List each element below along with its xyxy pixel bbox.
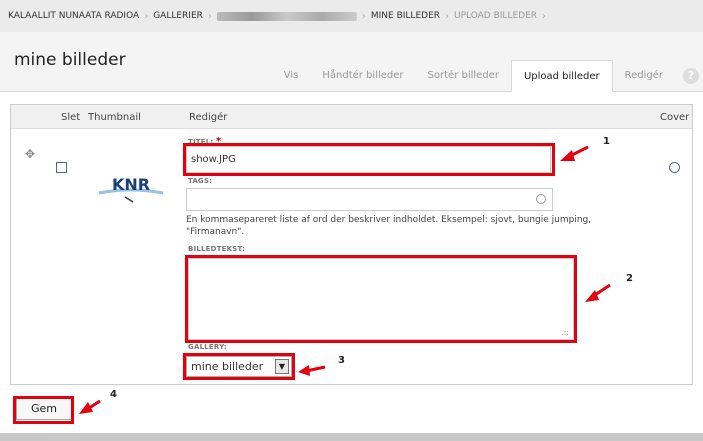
callout-3: 3	[338, 355, 345, 366]
callout-2: 2	[626, 273, 633, 284]
callout-1: 1	[603, 136, 610, 147]
annotation-arrows	[79, 145, 611, 414]
callout-4: 4	[110, 389, 117, 400]
